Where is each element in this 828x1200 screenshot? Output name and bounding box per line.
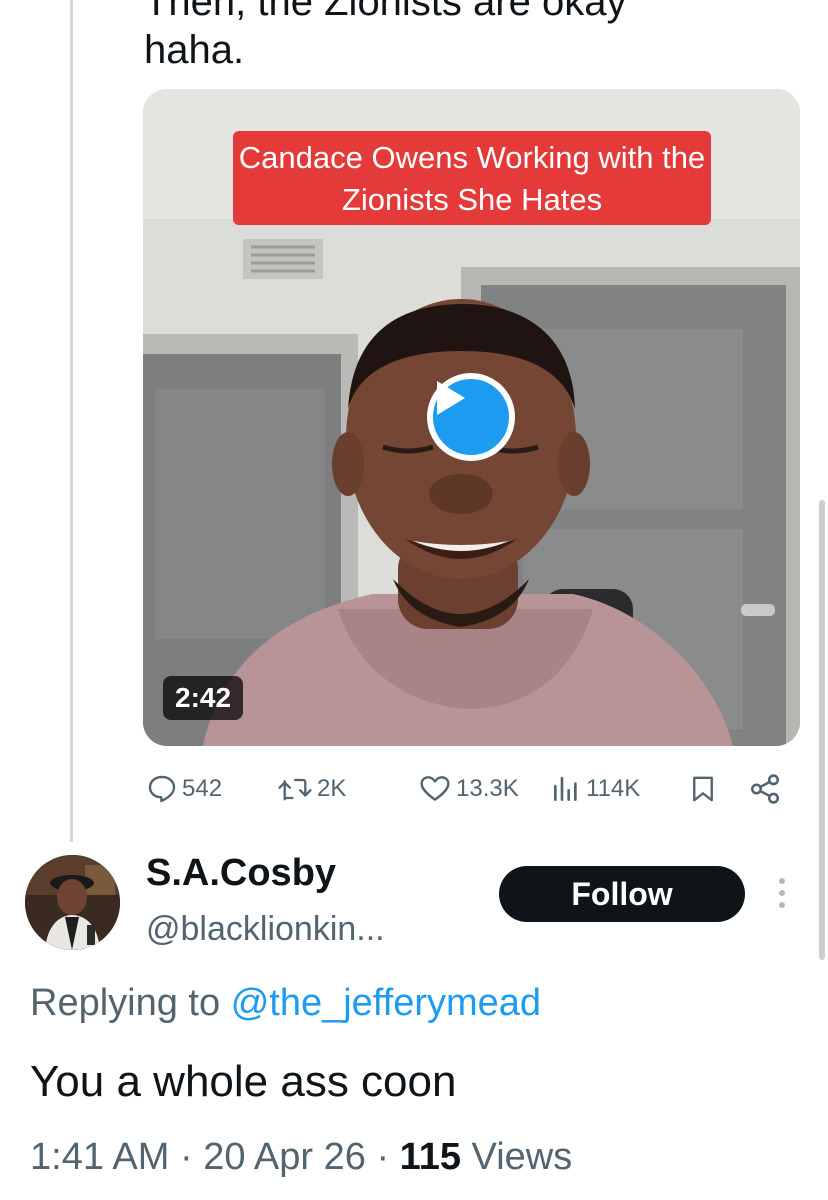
reply-views-count: 115 — [399, 1136, 461, 1178]
views-metric[interactable]: 114K — [550, 768, 640, 810]
more-options-icon[interactable] — [770, 878, 794, 912]
meta-separator: · — [179, 1136, 193, 1178]
replying-to-label: Replying to — [30, 982, 221, 1024]
reply-author-handle[interactable]: @blacklionkin... — [146, 908, 385, 950]
follow-button[interactable]: Follow — [499, 866, 745, 922]
analytics-icon — [554, 777, 577, 801]
meta-separator: · — [376, 1136, 390, 1178]
share-icon — [750, 774, 780, 804]
views-count: 114K — [586, 775, 641, 802]
bookmark-button[interactable] — [688, 768, 722, 810]
repost-icon — [278, 778, 312, 801]
bookmark-icon — [693, 776, 713, 802]
reply-text: You a whole ass coon — [30, 1057, 457, 1106]
avatar-image — [25, 855, 120, 950]
heart-icon — [420, 776, 450, 801]
previous-tweet-text: haha. — [144, 28, 245, 72]
play-icon — [437, 381, 465, 415]
repost-metric[interactable]: 2K — [277, 768, 346, 810]
scrollbar[interactable] — [819, 500, 825, 960]
like-metric[interactable]: 13.3K — [418, 768, 519, 810]
share-button[interactable] — [748, 768, 786, 810]
video-duration-badge: 2:42 — [163, 676, 244, 720]
repost-count: 2K — [317, 775, 347, 802]
reply-metric[interactable]: 542 — [146, 768, 222, 810]
reply-icon — [148, 775, 176, 803]
like-count: 13.3K — [456, 775, 519, 802]
thread-connector-line — [70, 0, 73, 842]
replying-to-line: Replying to @the_jefferymead — [30, 980, 541, 1026]
avatar[interactable] — [25, 855, 120, 950]
reply-author-name[interactable]: S.A.Cosby — [146, 850, 336, 896]
video-player[interactable]: Candace Owens Working with the Zionists … — [143, 89, 800, 746]
tweet-metrics-bar: 542 2K 13.3K 114K — [0, 768, 828, 810]
video-caption-overlay: Candace Owens Working with the Zionists … — [233, 131, 711, 225]
reply-date[interactable]: 20 Apr 26 — [203, 1136, 366, 1178]
previous-tweet-text-partial: Then, the Zionists are okay — [144, 0, 627, 24]
reply-metadata: 1:41 AM · 20 Apr 26 · 115 Views — [30, 1134, 572, 1180]
play-button[interactable] — [427, 373, 515, 461]
reply-time[interactable]: 1:41 AM — [30, 1136, 169, 1178]
reply-views-label: Views — [471, 1136, 573, 1178]
reply-count: 542 — [182, 775, 223, 802]
replying-to-mention[interactable]: @the_jefferymead — [231, 982, 541, 1024]
